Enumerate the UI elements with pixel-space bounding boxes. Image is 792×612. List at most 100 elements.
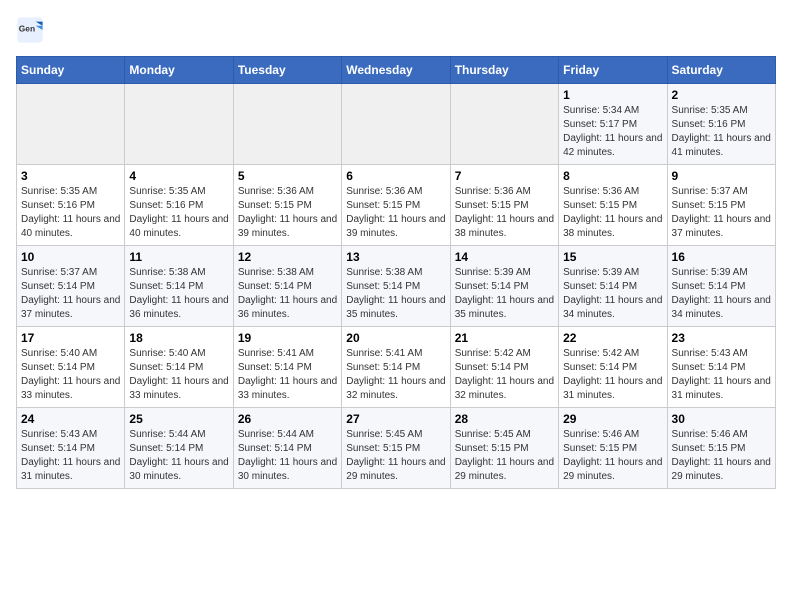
day-info: Sunrise: 5:42 AM Sunset: 5:14 PM Dayligh… [563,347,662,403]
day-number: 13 [346,250,445,264]
day-number: 20 [346,331,445,345]
col-header-friday: Friday [559,57,667,84]
calendar-cell: 4 Sunrise: 5:35 AM Sunset: 5:16 PM Daylig… [125,165,233,246]
calendar-cell: 7 Sunrise: 5:36 AM Sunset: 5:15 PM Daylig… [450,165,558,246]
calendar-cell: 19Sunrise: 5:41 AM Sunset: 5:14 PM Dayli… [233,327,341,408]
day-number: 12 [238,250,337,264]
logo-icon: Gen [16,16,44,44]
calendar-cell [125,84,233,165]
calendar-header-row: SundayMondayTuesdayWednesdayThursdayFrid… [17,57,776,84]
day-info: Sunrise: 5:34 AM Sunset: 5:17 PM Dayligh… [563,104,662,160]
day-number: 26 [238,412,337,426]
day-number: 16 [672,250,771,264]
calendar-cell: 9 Sunrise: 5:37 AM Sunset: 5:15 PM Daylig… [667,165,775,246]
day-number: 1 [563,88,662,102]
calendar-table: SundayMondayTuesdayWednesdayThursdayFrid… [16,56,776,489]
day-info: Sunrise: 5:37 AM Sunset: 5:15 PM Dayligh… [672,185,771,241]
day-number: 24 [21,412,120,426]
day-number: 14 [455,250,554,264]
day-info: Sunrise: 5:35 AM Sunset: 5:16 PM Dayligh… [21,185,120,241]
day-number: 23 [672,331,771,345]
calendar-cell: 18Sunrise: 5:40 AM Sunset: 5:14 PM Dayli… [125,327,233,408]
day-info: Sunrise: 5:36 AM Sunset: 5:15 PM Dayligh… [238,185,337,241]
calendar-cell: 24 Sunrise: 5:43 AM Sunset: 5:14 PM Dayli… [17,408,125,489]
calendar-cell: 30 Sunrise: 5:46 AM Sunset: 5:15 PM Dayli… [667,408,775,489]
calendar-week-row: 10Sunrise: 5:37 AM Sunset: 5:14 PM Dayli… [17,246,776,327]
calendar-cell: 2 Sunrise: 5:35 AM Sunset: 5:16 PM Daylig… [667,84,775,165]
calendar-cell: 13 Sunrise: 5:38 AM Sunset: 5:14 PM Dayli… [342,246,450,327]
day-number: 2 [672,88,771,102]
day-number: 7 [455,169,554,183]
calendar-cell: 6Sunrise: 5:36 AM Sunset: 5:15 PM Daylig… [342,165,450,246]
calendar-cell: 10Sunrise: 5:37 AM Sunset: 5:14 PM Dayli… [17,246,125,327]
calendar-week-row: 3 Sunrise: 5:35 AM Sunset: 5:16 PM Daylig… [17,165,776,246]
col-header-wednesday: Wednesday [342,57,450,84]
logo: Gen [16,16,48,44]
calendar-cell: 16 Sunrise: 5:39 AM Sunset: 5:14 PM Dayli… [667,246,775,327]
day-info: Sunrise: 5:41 AM Sunset: 5:14 PM Dayligh… [346,347,445,403]
calendar-cell [233,84,341,165]
day-info: Sunrise: 5:35 AM Sunset: 5:16 PM Dayligh… [129,185,228,241]
day-info: Sunrise: 5:36 AM Sunset: 5:15 PM Dayligh… [455,185,554,241]
day-info: Sunrise: 5:39 AM Sunset: 5:14 PM Dayligh… [672,266,771,322]
day-info: Sunrise: 5:45 AM Sunset: 5:15 PM Dayligh… [346,428,445,484]
calendar-cell: 3 Sunrise: 5:35 AM Sunset: 5:16 PM Daylig… [17,165,125,246]
calendar-cell [450,84,558,165]
day-number: 27 [346,412,445,426]
day-info: Sunrise: 5:38 AM Sunset: 5:14 PM Dayligh… [129,266,228,322]
day-number: 21 [455,331,554,345]
calendar-cell [17,84,125,165]
day-number: 6 [346,169,445,183]
calendar-cell: 5 Sunrise: 5:36 AM Sunset: 5:15 PM Daylig… [233,165,341,246]
calendar-cell: 27 Sunrise: 5:45 AM Sunset: 5:15 PM Dayli… [342,408,450,489]
col-header-monday: Monday [125,57,233,84]
day-number: 5 [238,169,337,183]
day-info: Sunrise: 5:46 AM Sunset: 5:15 PM Dayligh… [563,428,662,484]
day-number: 4 [129,169,228,183]
calendar-cell: 15 Sunrise: 5:39 AM Sunset: 5:14 PM Dayli… [559,246,667,327]
calendar-cell: 12 Sunrise: 5:38 AM Sunset: 5:14 PM Dayli… [233,246,341,327]
day-info: Sunrise: 5:35 AM Sunset: 5:16 PM Dayligh… [672,104,771,160]
day-info: Sunrise: 5:44 AM Sunset: 5:14 PM Dayligh… [129,428,228,484]
day-info: Sunrise: 5:38 AM Sunset: 5:14 PM Dayligh… [346,266,445,322]
day-number: 15 [563,250,662,264]
day-number: 11 [129,250,228,264]
svg-text:Gen: Gen [19,23,35,33]
day-number: 18 [129,331,228,345]
calendar-week-row: 17 Sunrise: 5:40 AM Sunset: 5:14 PM Dayli… [17,327,776,408]
day-number: 3 [21,169,120,183]
col-header-thursday: Thursday [450,57,558,84]
calendar-cell [342,84,450,165]
day-info: Sunrise: 5:37 AM Sunset: 5:14 PM Dayligh… [21,266,120,322]
calendar-cell: 28Sunrise: 5:45 AM Sunset: 5:15 PM Dayli… [450,408,558,489]
calendar-week-row: 1 Sunrise: 5:34 AM Sunset: 5:17 PM Daylig… [17,84,776,165]
header: Gen [16,16,776,44]
day-number: 30 [672,412,771,426]
calendar-cell: 22 Sunrise: 5:42 AM Sunset: 5:14 PM Dayli… [559,327,667,408]
calendar-cell: 11 Sunrise: 5:38 AM Sunset: 5:14 PM Dayli… [125,246,233,327]
day-number: 25 [129,412,228,426]
day-info: Sunrise: 5:46 AM Sunset: 5:15 PM Dayligh… [672,428,771,484]
day-info: Sunrise: 5:39 AM Sunset: 5:14 PM Dayligh… [563,266,662,322]
day-info: Sunrise: 5:43 AM Sunset: 5:14 PM Dayligh… [21,428,120,484]
day-number: 8 [563,169,662,183]
col-header-saturday: Saturday [667,57,775,84]
day-info: Sunrise: 5:44 AM Sunset: 5:14 PM Dayligh… [238,428,337,484]
calendar-cell: 21Sunrise: 5:42 AM Sunset: 5:14 PM Dayli… [450,327,558,408]
day-info: Sunrise: 5:36 AM Sunset: 5:15 PM Dayligh… [563,185,662,241]
calendar-cell: 14 Sunrise: 5:39 AM Sunset: 5:14 PM Dayli… [450,246,558,327]
day-number: 17 [21,331,120,345]
day-number: 28 [455,412,554,426]
calendar-cell: 1 Sunrise: 5:34 AM Sunset: 5:17 PM Daylig… [559,84,667,165]
calendar-cell: 20 Sunrise: 5:41 AM Sunset: 5:14 PM Dayli… [342,327,450,408]
col-header-tuesday: Tuesday [233,57,341,84]
day-info: Sunrise: 5:38 AM Sunset: 5:14 PM Dayligh… [238,266,337,322]
day-info: Sunrise: 5:41 AM Sunset: 5:14 PM Dayligh… [238,347,337,403]
day-number: 9 [672,169,771,183]
day-number: 22 [563,331,662,345]
calendar-cell: 23Sunrise: 5:43 AM Sunset: 5:14 PM Dayli… [667,327,775,408]
day-info: Sunrise: 5:39 AM Sunset: 5:14 PM Dayligh… [455,266,554,322]
calendar-cell: 26 Sunrise: 5:44 AM Sunset: 5:14 PM Dayli… [233,408,341,489]
day-number: 29 [563,412,662,426]
day-info: Sunrise: 5:40 AM Sunset: 5:14 PM Dayligh… [21,347,120,403]
